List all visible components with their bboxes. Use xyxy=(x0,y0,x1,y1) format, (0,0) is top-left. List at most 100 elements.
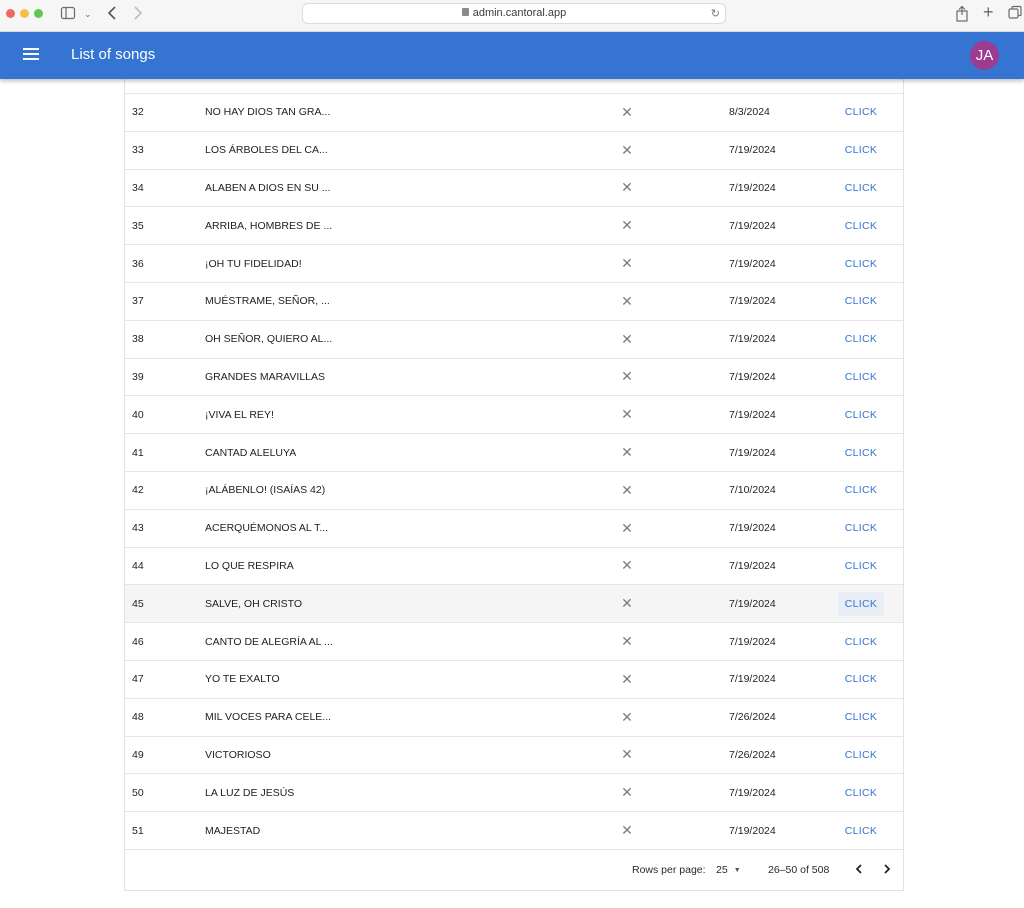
new-tab-icon[interactable]: + xyxy=(983,3,994,21)
song-number: 34 xyxy=(132,181,144,194)
close-icon: ✕ xyxy=(621,406,633,423)
song-number: 42 xyxy=(132,484,144,497)
song-number: 48 xyxy=(132,711,144,724)
click-button[interactable]: CLICK xyxy=(838,176,884,200)
table-row: 39 GRANDES MARAVILLAS ✕ 7/19/2024 CLICK xyxy=(125,359,903,397)
minimize-window-button[interactable] xyxy=(20,9,29,18)
table-row: 44 LO QUE RESPIRA ✕ 7/19/2024 CLICK xyxy=(125,548,903,586)
forward-arrow-icon[interactable] xyxy=(132,5,144,23)
close-icon: ✕ xyxy=(621,670,633,687)
song-title: LOS ÁRBOLES DEL CA... xyxy=(205,144,328,157)
close-icon: ✕ xyxy=(621,822,633,839)
song-number: 44 xyxy=(132,559,144,572)
table-row: 36 ¡OH TU FIDELIDAD! ✕ 7/19/2024 CLICK xyxy=(125,245,903,283)
hamburger-menu-icon[interactable] xyxy=(23,48,39,62)
song-title: OH SEÑOR, QUIERO AL... xyxy=(205,333,333,346)
table-row: 42 ¡ALÁBENLO! (ISAÍAS 42) ✕ 7/10/2024 CLICK xyxy=(125,472,903,510)
table-row: 48 MIL VOCES PARA CELE... ✕ 7/26/2024 CLICK xyxy=(125,699,903,737)
song-date: 7/19/2024 xyxy=(729,635,776,648)
close-icon: ✕ xyxy=(621,444,633,461)
app-bar: List of songs JA xyxy=(0,32,1024,79)
song-number: 47 xyxy=(132,673,144,686)
tab-overview-icon[interactable] xyxy=(1008,5,1022,23)
address-bar[interactable]: admin.cantoral.app ↻ xyxy=(302,3,726,24)
close-icon: ✕ xyxy=(621,141,633,158)
reload-icon[interactable]: ↻ xyxy=(711,7,720,20)
song-title: YO TE EXALTO xyxy=(205,673,280,686)
close-icon: ✕ xyxy=(621,557,633,574)
share-icon[interactable] xyxy=(955,5,969,23)
click-button[interactable]: CLICK xyxy=(838,667,884,691)
next-page-button[interactable] xyxy=(879,860,895,878)
song-number: 33 xyxy=(132,144,144,157)
song-number: 40 xyxy=(132,408,144,421)
close-icon: ✕ xyxy=(621,179,633,196)
previous-page-button[interactable] xyxy=(851,860,867,878)
song-number: 36 xyxy=(132,257,144,270)
song-date: 7/26/2024 xyxy=(729,711,776,724)
song-date: 7/19/2024 xyxy=(729,257,776,270)
song-title: ACERQUÉMONOS AL T... xyxy=(205,522,329,535)
click-button[interactable]: CLICK xyxy=(838,365,884,389)
click-button[interactable]: CLICK xyxy=(838,743,884,767)
close-icon: ✕ xyxy=(621,292,633,309)
maximize-window-button[interactable] xyxy=(34,9,43,18)
song-number: 41 xyxy=(132,446,144,459)
click-button[interactable]: CLICK xyxy=(838,819,884,843)
song-number: 49 xyxy=(132,748,144,761)
close-icon: ✕ xyxy=(621,595,633,612)
song-title: ¡OH TU FIDELIDAD! xyxy=(205,257,302,270)
rows-per-page-select[interactable]: 25 ▼ xyxy=(716,864,741,876)
click-button[interactable]: CLICK xyxy=(838,327,884,351)
click-button[interactable]: CLICK xyxy=(838,138,884,162)
song-date: 7/19/2024 xyxy=(729,219,776,232)
song-number: 51 xyxy=(132,824,144,837)
song-date: 7/19/2024 xyxy=(729,673,776,686)
click-button[interactable]: CLICK xyxy=(838,781,884,805)
song-title: SALVE, OH CRISTO xyxy=(205,597,303,610)
click-button[interactable]: CLICK xyxy=(838,289,884,313)
song-title: LO QUE RESPIRA xyxy=(205,559,294,572)
click-button[interactable]: CLICK xyxy=(838,478,884,502)
table-row: 49 VICTORIOSO ✕ 7/26/2024 CLICK xyxy=(125,737,903,775)
back-arrow-icon[interactable] xyxy=(106,5,118,23)
close-icon: ✕ xyxy=(621,746,633,763)
table-row: 37 MUÉSTRAME, SEÑOR, ... ✕ 7/19/2024 CLICK xyxy=(125,283,903,321)
song-title: ¡VIVA EL REY! xyxy=(205,408,274,421)
song-date: 7/19/2024 xyxy=(729,295,776,308)
table-row-partial xyxy=(125,79,903,94)
songs-table: 32 NO HAY DIOS TAN GRA... ✕ 8/3/2024 CLICK 33… xyxy=(124,79,904,891)
click-button[interactable]: CLICK xyxy=(837,591,885,616)
chevron-right-icon xyxy=(884,864,891,874)
avatar[interactable]: JA xyxy=(970,41,999,70)
song-date: 7/19/2024 xyxy=(729,408,776,421)
close-icon: ✕ xyxy=(621,519,633,536)
click-button[interactable]: CLICK xyxy=(838,554,884,578)
click-button[interactable]: CLICK xyxy=(838,441,884,465)
click-button[interactable]: CLICK xyxy=(838,252,884,276)
click-button[interactable]: CLICK xyxy=(838,100,884,124)
song-date: 7/19/2024 xyxy=(729,446,776,459)
song-number: 50 xyxy=(132,786,144,799)
click-button[interactable]: CLICK xyxy=(838,516,884,540)
song-title: CANTO DE ALEGRÍA AL ... xyxy=(205,635,333,648)
page-title: List of songs xyxy=(71,46,156,63)
song-number: 35 xyxy=(132,219,144,232)
click-button[interactable]: CLICK xyxy=(838,630,884,654)
click-button[interactable]: CLICK xyxy=(838,214,884,238)
pagination-range: 26–50 of 508 xyxy=(768,864,830,876)
caret-down-icon: ▼ xyxy=(733,867,741,874)
close-icon: ✕ xyxy=(621,784,633,801)
click-button[interactable]: CLICK xyxy=(838,403,884,427)
table-row: 38 OH SEÑOR, QUIERO AL... ✕ 7/19/2024 CLICK xyxy=(125,321,903,359)
table-row: 32 NO HAY DIOS TAN GRA... ✕ 8/3/2024 CLICK xyxy=(125,94,903,132)
song-number: 32 xyxy=(132,106,144,119)
click-button[interactable]: CLICK xyxy=(838,705,884,729)
chevron-down-icon[interactable]: ⌄ xyxy=(84,5,92,23)
table-row: 47 YO TE EXALTO ✕ 7/19/2024 CLICK xyxy=(125,661,903,699)
song-number: 38 xyxy=(132,333,144,346)
close-window-button[interactable] xyxy=(6,9,15,18)
pagination: Rows per page: 25 ▼ 26–50 of 508 xyxy=(125,851,903,889)
sidebar-toggle-icon[interactable] xyxy=(60,5,78,23)
song-date: 7/19/2024 xyxy=(729,144,776,157)
